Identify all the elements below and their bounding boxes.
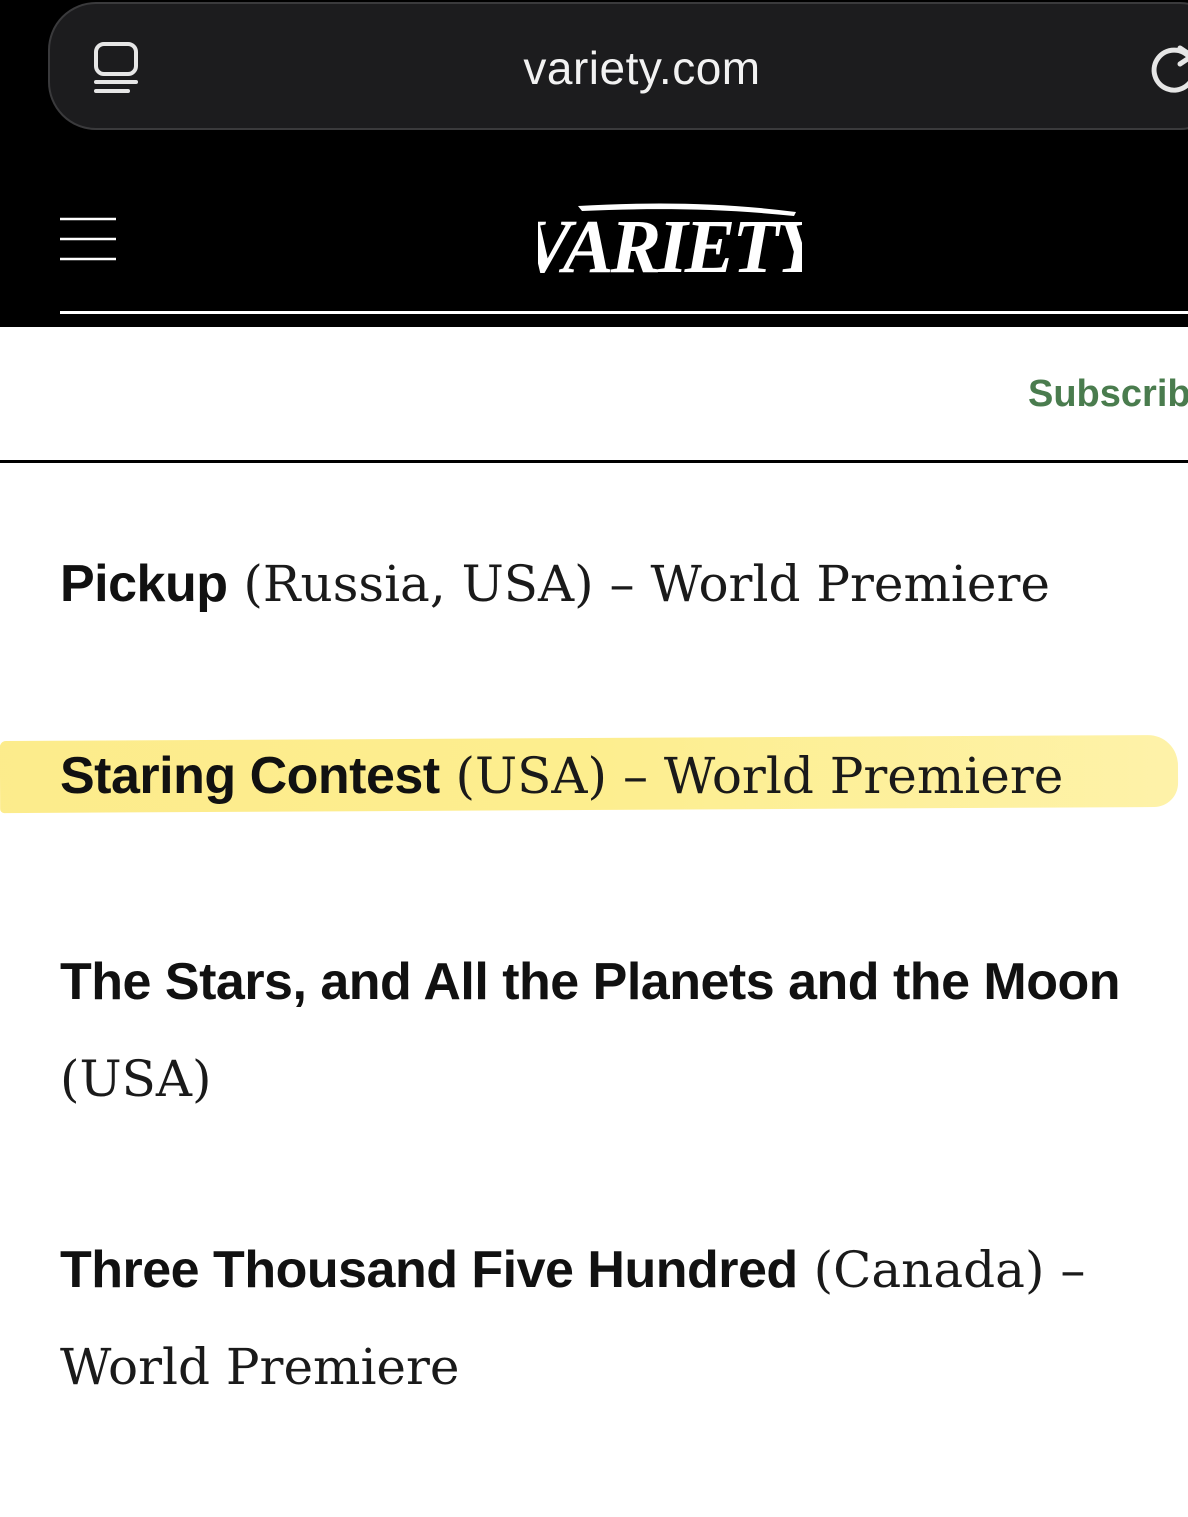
svg-text:VARIETY: VARIETY (538, 205, 802, 284)
film-details: (USA) – World Premiere (439, 747, 1064, 805)
header-divider (60, 311, 1188, 314)
variety-logo[interactable]: VARIETY (538, 196, 802, 284)
url-text[interactable]: variety.com (0, 40, 1188, 96)
subscribe-bar: Subscrib (0, 327, 1188, 463)
film-details: (Russia, USA) – World Premiere (227, 555, 1050, 613)
list-item: Three Thousand Five Hundred (Canada) – W… (60, 1222, 1170, 1416)
list-item-highlighted: Staring Contest (USA) – World Premiere (60, 744, 1170, 809)
subscribe-link[interactable]: Subscrib (1028, 371, 1188, 417)
reload-icon[interactable] (1144, 38, 1188, 98)
film-details: (USA) (60, 1050, 212, 1108)
list-item: Pickup (Russia, USA) – World Premiere (60, 552, 1170, 617)
film-title[interactable]: Three Thousand Five Hundred (60, 1241, 798, 1299)
film-title[interactable]: Staring Contest (60, 747, 440, 805)
hamburger-menu-icon[interactable] (60, 216, 116, 264)
film-title[interactable]: The Stars, and All the Planets and the M… (60, 953, 1121, 1011)
list-item: The Stars, and All the Planets and the M… (60, 934, 1170, 1128)
film-title[interactable]: Pickup (60, 555, 228, 613)
